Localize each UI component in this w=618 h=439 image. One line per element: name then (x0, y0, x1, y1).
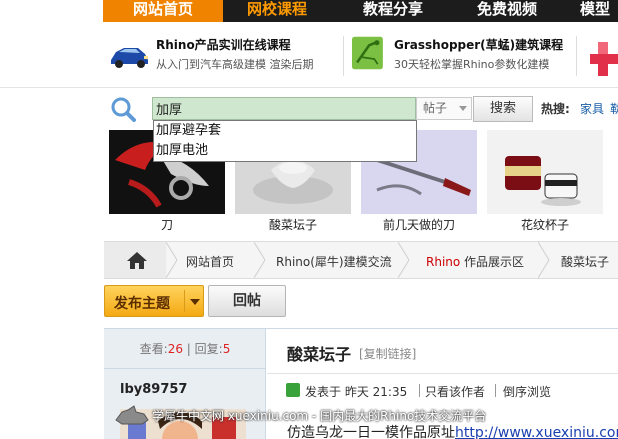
search-type-select[interactable]: 帖子 (416, 97, 472, 120)
suggestion-item[interactable]: 加厚避孕套 (154, 121, 416, 141)
divider (419, 384, 420, 397)
chevron-right-icon (166, 242, 178, 278)
suggestion-item[interactable]: 加厚电池 (154, 141, 416, 161)
search-input[interactable] (152, 97, 416, 120)
gallery-caption: 刀 (160, 218, 173, 232)
post-body: 仿造乌龙一日一模作品原址http://www.xuexiniu.com/t (287, 422, 618, 439)
rhino-logo-icon (115, 405, 149, 425)
hot-search-link[interactable]: 家具 (580, 100, 604, 117)
promo-subtitle: 30天轻松掌握Rhino参数化建模 (394, 58, 550, 71)
nav-item-courses[interactable]: 网校课程 (223, 0, 331, 22)
promo-banner: Rhino产品实训在线课程 从入门到汽车高级建模 渲染后期 Grasshoppe… (0, 22, 618, 88)
gallery-item[interactable]: 花纹杯子 (487, 130, 603, 232)
reverse-order-link[interactable]: 倒序浏览 (503, 383, 551, 400)
divider (495, 384, 496, 397)
home-icon (104, 242, 166, 278)
hot-search-label: 热搜: (541, 102, 570, 116)
chevron-right-icon (254, 242, 266, 278)
thread-stats: 查看:26 | 回复:5 (104, 329, 266, 369)
gallery-caption: 花纹杯子 (520, 218, 569, 232)
chevron-right-icon (398, 242, 410, 278)
nav-item-free-videos[interactable]: 免费视频 (452, 0, 562, 22)
breadcrumb-accent: Rhino (426, 255, 461, 269)
button-divider (184, 290, 185, 312)
red-cross-shape-icon[interactable] (588, 40, 618, 78)
gallery-caption: 酸菜坛子 (268, 218, 317, 232)
gallery-caption: 前几天做的刀 (382, 218, 455, 232)
reply-button[interactable]: 回帖 (208, 285, 286, 317)
nav-item-tutorials[interactable]: 教程分享 (338, 0, 448, 22)
breadcrumb-item[interactable]: Rhino 作品展示区 (426, 253, 524, 270)
promo-divider (576, 36, 577, 76)
breadcrumb-home[interactable] (104, 242, 166, 278)
chevron-right-icon (538, 242, 550, 278)
post-body-text: 仿造乌龙一日一模作品原址 (287, 425, 455, 439)
online-user-icon (286, 383, 300, 397)
car-thumbnail-icon (108, 34, 150, 72)
views-count: 26 (167, 342, 183, 356)
promo-divider (343, 36, 344, 76)
post-time: 发表于 昨天 21:35 (305, 385, 408, 399)
breadcrumb-label: 作品展示区 (460, 255, 525, 269)
hot-search-link[interactable]: 勒 (610, 100, 618, 117)
thread-title: 酸菜坛子 (287, 345, 352, 364)
post-topic-button[interactable]: 发布主题 (104, 285, 204, 317)
views-label: 查看: (139, 342, 168, 356)
promo-grasshopper-course[interactable]: Grasshopper(草蜢)建筑课程 30天轻松掌握Rhino参数化建模 (352, 30, 582, 82)
chevron-down-icon[interactable] (190, 299, 200, 305)
patterned-cup-thumbnail (487, 130, 603, 214)
watermark-text: 学犀牛中文网 xuexiniu.com - 国内最大的Rhino技术交流平台 (152, 409, 487, 423)
copy-link[interactable]: [复制链接] (359, 345, 416, 362)
promo-rhino-course[interactable]: Rhino产品实训在线课程 从入门到汽车高级建模 渲染后期 (108, 30, 348, 82)
grasshopper-thumbnail-icon (352, 36, 383, 70)
replies-label: 回复: (194, 342, 223, 356)
search-type-value: 帖子 (423, 101, 448, 115)
breadcrumb-item[interactable]: 酸菜坛子 (561, 253, 609, 270)
post-body-link[interactable]: http://www.xuexiniu.com/t (455, 425, 618, 439)
breadcrumb: 网站首页 Rhino(犀牛)建模交流 Rhino 作品展示区 酸菜坛子 (104, 241, 618, 279)
nav-item-models[interactable]: 模型 (568, 0, 618, 22)
chevron-down-icon (459, 106, 467, 111)
replies-count: 5 (222, 342, 231, 356)
promo-title: Rhino产品实训在线课程 (156, 38, 291, 52)
breadcrumb-item[interactable]: 网站首页 (186, 253, 234, 270)
breadcrumb-item[interactable]: Rhino(犀牛)建模交流 (276, 253, 392, 270)
search-icon (111, 97, 136, 122)
post-topic-label: 发布主题 (114, 296, 170, 312)
stats-separator: | (186, 342, 191, 356)
promo-subtitle: 从入门到汽车高级建模 渲染后期 (156, 58, 314, 71)
divider (267, 373, 618, 374)
author-name[interactable]: lby89757 (120, 382, 187, 397)
search-suggestions: 加厚避孕套 加厚电池 (153, 120, 417, 162)
search-button[interactable]: 搜索 (473, 96, 533, 122)
top-nav: 网站首页 网校课程 教程分享 免费视频 模型 (0, 0, 618, 22)
nav-item-home[interactable]: 网站首页 (103, 0, 223, 22)
only-author-link[interactable]: 只看该作者 (425, 383, 485, 400)
promo-title: Grasshopper(草蜢)建筑课程 (394, 38, 564, 52)
